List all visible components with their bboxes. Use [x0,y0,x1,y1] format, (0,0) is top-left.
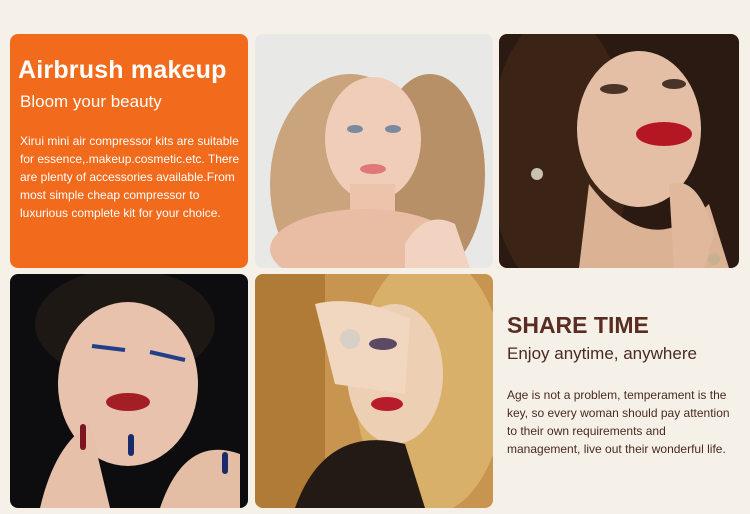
share-time-panel: SHARE TIME Enjoy anytime, anywhere Age i… [499,274,739,508]
model-photo-ring-hand [255,274,493,508]
promo-description: Xirui mini air compressor kits are suita… [20,134,240,220]
model-photo-blue-eyeliner [10,274,248,508]
model-photo-red-lips [499,34,739,268]
airbrush-promo-card: Airbrush makeup Bloom your beauty Xirui … [10,34,248,268]
promo-title: Airbrush makeup [18,56,227,84]
share-description: Age is not a problem, temperament is the… [507,388,730,456]
share-title: SHARE TIME [507,312,649,338]
model-photo-blonde [255,34,493,268]
share-subtitle: Enjoy anytime, anywhere [507,344,697,363]
promo-subtitle: Bloom your beauty [20,92,162,111]
